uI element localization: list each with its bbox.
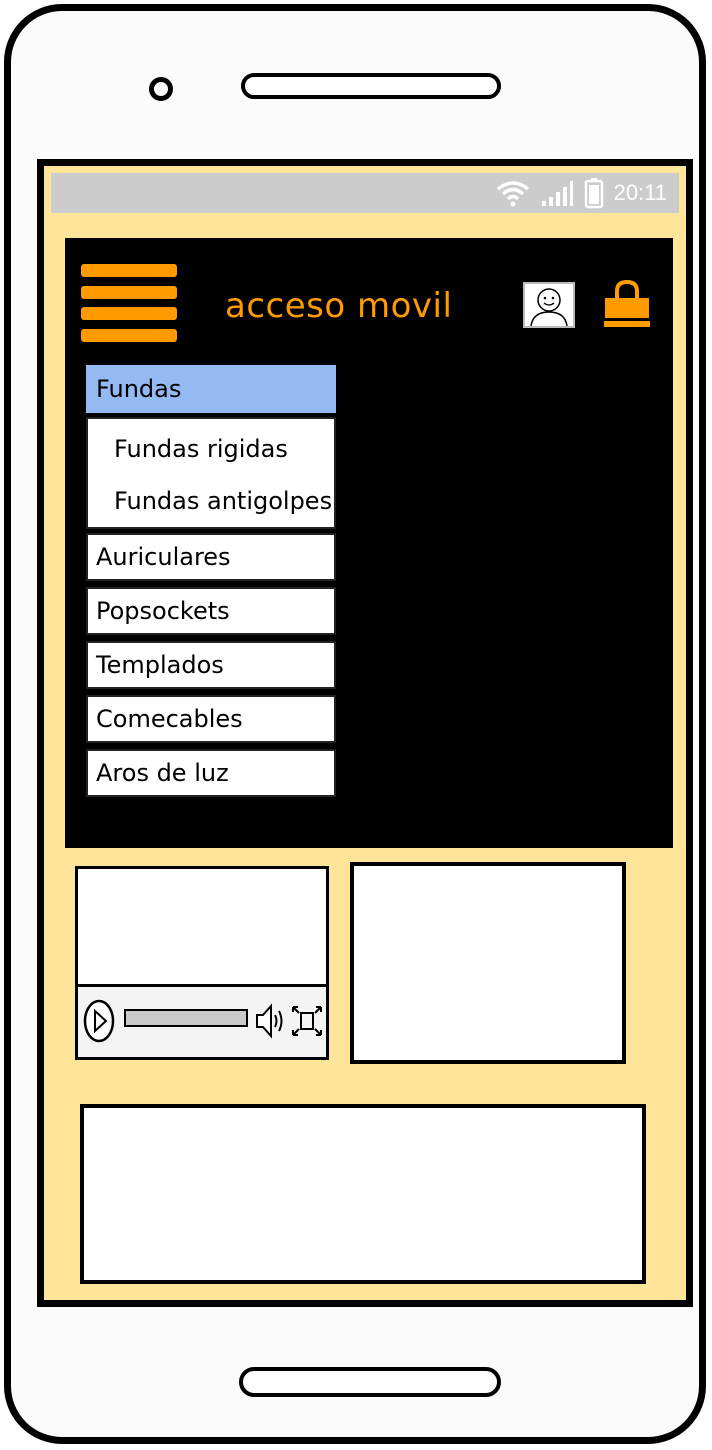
image-placeholder	[350, 862, 626, 1064]
video-player	[75, 866, 329, 1060]
menu-item-label: Aros de luz	[96, 759, 229, 787]
video-progress-bar[interactable]	[124, 1009, 248, 1027]
shopping-bag-icon[interactable]	[601, 278, 653, 330]
phone-screen: 20:11 acceso movil Fundas Fundas rigidas…	[37, 159, 693, 1307]
volume-icon[interactable]	[254, 997, 288, 1045]
avatar-icon[interactable]	[523, 282, 575, 328]
video-area[interactable]	[78, 869, 326, 987]
fullscreen-icon[interactable]	[290, 997, 324, 1045]
submenu-item-fundas-antigolpes[interactable]: Fundas antigolpes	[88, 475, 334, 527]
menu-item-popsockets[interactable]: Popsockets	[86, 587, 336, 635]
wifi-icon	[496, 179, 530, 207]
menu-item-label: Comecables	[96, 705, 243, 733]
phone-frame: 20:11 acceso movil Fundas Fundas rigidas…	[4, 4, 706, 1444]
menu-item-label: Fundas	[96, 375, 182, 403]
menu-item-label: Popsockets	[96, 597, 230, 625]
submenu-item-label: Fundas antigolpes	[114, 487, 333, 515]
app-panel: acceso movil Fundas Fundas rigidas Funda…	[65, 238, 673, 848]
signal-icon	[540, 179, 574, 207]
status-time: 20:11	[613, 180, 667, 205]
menu-item-templados[interactable]: Templados	[86, 641, 336, 689]
submenu-item-fundas-rigidas[interactable]: Fundas rigidas	[88, 423, 334, 475]
video-controls	[78, 984, 326, 1057]
speaker-grille	[241, 73, 501, 99]
menu-item-fundas[interactable]: Fundas	[86, 365, 336, 413]
app-title: acceso movil	[225, 286, 453, 326]
camera-icon	[149, 77, 173, 101]
status-bar: 20:11	[51, 173, 679, 213]
home-button[interactable]	[239, 1367, 501, 1397]
content-placeholder	[80, 1104, 646, 1284]
submenu-fundas: Fundas rigidas Fundas antigolpes	[86, 417, 336, 529]
menu-item-auriculares[interactable]: Auriculares	[86, 533, 336, 581]
play-icon[interactable]	[82, 997, 116, 1045]
menu-item-aros-de-luz[interactable]: Aros de luz	[86, 749, 336, 797]
menu-item-comecables[interactable]: Comecables	[86, 695, 336, 743]
category-menu: Fundas Fundas rigidas Fundas antigolpes …	[86, 365, 336, 803]
submenu-item-label: Fundas rigidas	[114, 435, 288, 463]
battery-icon	[584, 177, 604, 209]
hamburger-menu-icon[interactable]	[81, 264, 177, 342]
menu-item-label: Auriculares	[96, 543, 231, 571]
menu-item-label: Templados	[96, 651, 224, 679]
